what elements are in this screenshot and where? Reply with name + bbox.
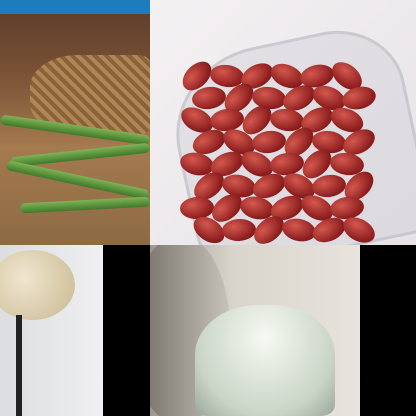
green-bean xyxy=(19,196,150,214)
photo-banner xyxy=(0,0,150,14)
garlic-bulb xyxy=(0,250,75,320)
green-bean xyxy=(9,142,150,168)
green-bean xyxy=(5,160,150,200)
stand xyxy=(16,315,22,416)
water-glass-photo xyxy=(150,245,360,416)
garlic-photo xyxy=(0,245,103,416)
kidney-beans-photo xyxy=(150,0,416,245)
green-beans-photo xyxy=(0,0,150,245)
water-glass xyxy=(195,305,335,416)
